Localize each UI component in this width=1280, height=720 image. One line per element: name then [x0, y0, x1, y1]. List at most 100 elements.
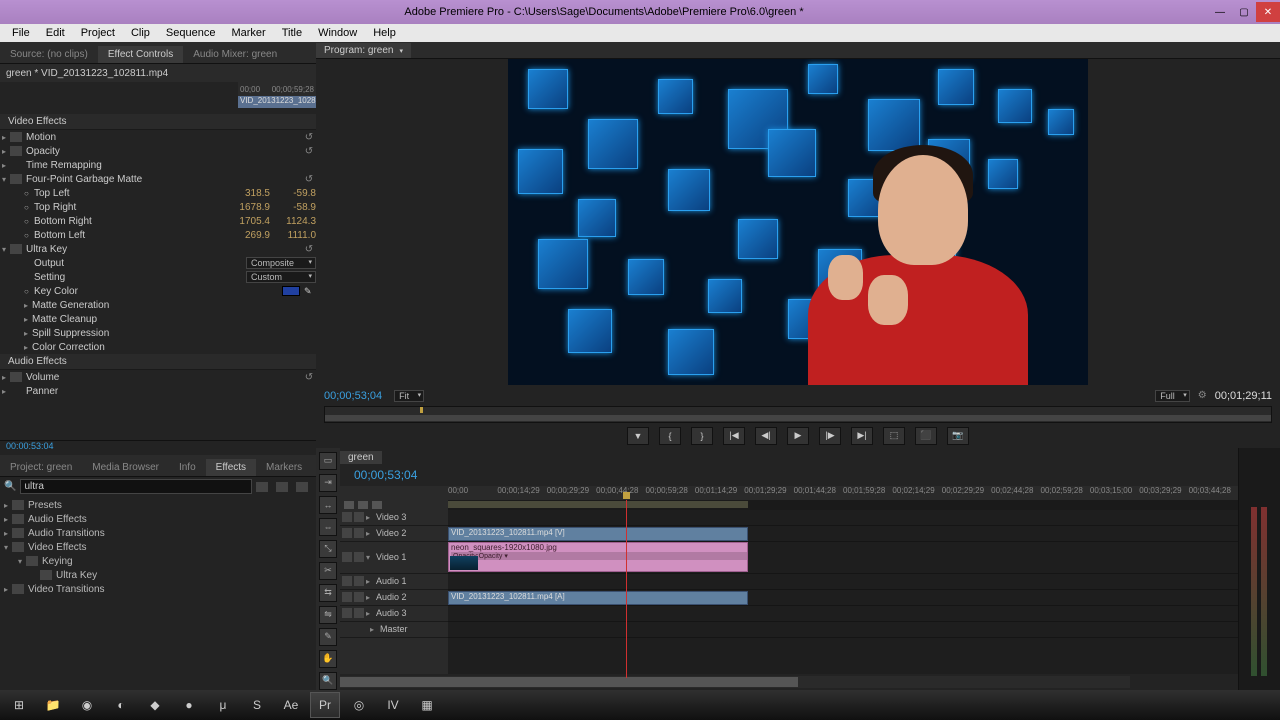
menu-project[interactable]: Project [73, 27, 123, 39]
ultra-spill-supp[interactable]: Spill Suppression [32, 328, 316, 339]
twirl-icon[interactable]: ▾ [2, 245, 10, 254]
rate-stretch-tool[interactable]: ⤡ [319, 540, 337, 558]
ultra-matte-cleanup[interactable]: Matte Cleanup [32, 314, 316, 325]
twirl-icon[interactable]: ▸ [366, 593, 374, 602]
close-button[interactable]: ✕ [1256, 2, 1280, 22]
program-tab[interactable]: Program: green [316, 43, 411, 58]
track-solo[interactable] [354, 608, 364, 618]
twirl-icon[interactable]: ▸ [24, 301, 32, 310]
menu-help[interactable]: Help [365, 27, 404, 39]
tab-effect-controls[interactable]: Effect Controls [98, 46, 183, 63]
effects-search-input[interactable] [20, 479, 252, 494]
sync-lock-toggle[interactable] [358, 501, 368, 509]
tab-media-browser[interactable]: Media Browser [82, 459, 169, 476]
skype-icon[interactable]: S [242, 692, 272, 718]
afx-panner[interactable]: Panner [26, 386, 316, 397]
twirl-icon[interactable]: ▸ [4, 585, 12, 594]
menu-edit[interactable]: Edit [38, 27, 73, 39]
extract-button[interactable]: ⬛ [915, 427, 937, 445]
twirl-icon[interactable]: ▾ [2, 175, 10, 184]
program-monitor[interactable] [508, 59, 1088, 385]
twirl-icon[interactable]: ▸ [2, 387, 10, 396]
ultra-setting-dropdown[interactable]: Custom [246, 271, 316, 283]
fx-four-point-matte[interactable]: Four-Point Garbage Matte [26, 174, 302, 185]
preset-bin-icon[interactable] [276, 482, 288, 492]
timeline-ruler[interactable]: 00;0000;00;14;2900;00;29;2900;00;44;2800… [448, 486, 1238, 500]
go-to-in-button[interactable]: |◀ [723, 427, 745, 445]
tab-info[interactable]: Info [169, 459, 206, 476]
ec-mini-clip-tag[interactable]: VID_20131223_1028 [238, 96, 316, 108]
matte-br-y[interactable]: 1124.3 [276, 216, 316, 227]
marker-toggle[interactable] [372, 501, 382, 509]
twirl-icon[interactable]: ▸ [366, 609, 374, 618]
menu-window[interactable]: Window [310, 27, 365, 39]
track-select-tool[interactable]: ⇥ [319, 474, 337, 492]
track-solo[interactable] [354, 576, 364, 586]
menu-marker[interactable]: Marker [223, 27, 273, 39]
fx-opacity[interactable]: Opacity [26, 146, 302, 157]
track-lock[interactable] [354, 512, 364, 522]
playhead[interactable] [626, 500, 627, 678]
slide-tool[interactable]: ⇋ [319, 606, 337, 624]
track-mute[interactable] [342, 576, 352, 586]
start-button[interactable]: ⊞ [4, 692, 34, 718]
app-icon[interactable]: ● [174, 692, 204, 718]
twirl-icon[interactable]: ▾ [4, 543, 12, 552]
twirl-icon[interactable]: ▸ [366, 513, 374, 522]
eyedropper-icon[interactable]: ✎ [304, 286, 316, 297]
timeline-timecode[interactable]: 00;00;53;04 [354, 468, 417, 482]
keyframe-toggle[interactable]: ○ [24, 189, 34, 198]
settings-icon[interactable]: ⚙ [1198, 390, 1207, 401]
clip-audio-2[interactable]: VID_20131223_102811.mp4 [A] [448, 591, 748, 605]
program-resolution-dropdown[interactable]: Full [1155, 390, 1190, 402]
ripple-edit-tool[interactable]: ↔ [319, 496, 337, 514]
tree-keying[interactable]: Keying [42, 556, 73, 567]
tree-audio-effects[interactable]: Audio Effects [28, 514, 87, 525]
menu-sequence[interactable]: Sequence [158, 27, 224, 39]
app-icon[interactable]: IV [378, 692, 408, 718]
slip-tool[interactable]: ⇆ [319, 584, 337, 602]
after-effects-icon[interactable]: Ae [276, 692, 306, 718]
reset-icon[interactable]: ↺ [302, 244, 316, 255]
keyframe-toggle[interactable]: ○ [24, 217, 34, 226]
pen-tool[interactable]: ✎ [319, 628, 337, 646]
track-lock[interactable] [354, 528, 364, 538]
twirl-icon[interactable]: ▸ [24, 315, 32, 324]
work-area-bar[interactable] [448, 501, 748, 508]
twirl-icon[interactable]: ▸ [2, 161, 10, 170]
tab-project[interactable]: Project: green [0, 459, 82, 476]
matte-bl-y[interactable]: 1111.0 [276, 230, 316, 241]
twirl-icon[interactable]: ▸ [2, 133, 10, 142]
premiere-pro-icon[interactable]: Pr [310, 692, 340, 718]
app-icon[interactable]: ◎ [344, 692, 374, 718]
fx-time-remap[interactable]: Time Remapping [26, 160, 316, 171]
maximize-button[interactable]: ▢ [1232, 2, 1256, 22]
program-timecode-left[interactable]: 00;00;53;04 [324, 390, 382, 402]
matte-tl-y[interactable]: -59.8 [276, 188, 316, 199]
timeline-tab[interactable]: green [340, 451, 382, 464]
twirl-icon[interactable]: ▸ [366, 529, 374, 538]
razor-tool[interactable]: ✂ [319, 562, 337, 580]
twirl-icon[interactable]: ▸ [2, 373, 10, 382]
minimize-button[interactable]: — [1208, 2, 1232, 22]
preset-bin-icon[interactable] [256, 482, 268, 492]
rolling-edit-tool[interactable]: ⇔ [319, 518, 337, 536]
go-to-out-button[interactable]: ▶| [851, 427, 873, 445]
track-lock[interactable] [354, 552, 364, 562]
program-zoom-dropdown[interactable]: Fit [394, 390, 424, 402]
twirl-icon[interactable]: ▸ [24, 329, 32, 338]
twirl-icon[interactable]: ▸ [4, 515, 12, 524]
lift-button[interactable]: ⬚ [883, 427, 905, 445]
step-forward-button[interactable]: |▶ [819, 427, 841, 445]
twirl-icon[interactable]: ▸ [366, 577, 374, 586]
tab-effects[interactable]: Effects [206, 459, 256, 476]
ultra-matte-gen[interactable]: Matte Generation [32, 300, 316, 311]
menu-title[interactable]: Title [274, 27, 310, 39]
twirl-icon[interactable]: ▸ [4, 501, 12, 510]
twirl-icon[interactable]: ▸ [24, 343, 32, 352]
menu-file[interactable]: File [4, 27, 38, 39]
tree-video-transitions[interactable]: Video Transitions [28, 584, 105, 595]
matte-tr-x[interactable]: 1678.9 [236, 202, 276, 213]
fx-motion[interactable]: Motion [26, 132, 302, 143]
program-scrubber[interactable] [324, 406, 1272, 423]
